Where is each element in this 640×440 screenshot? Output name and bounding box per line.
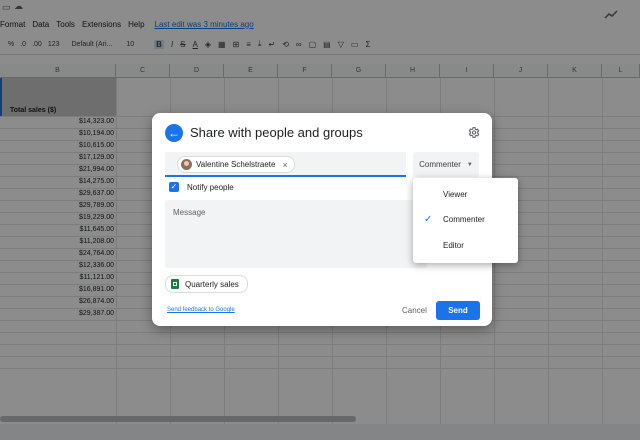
attachment-chip[interactable]: Quarterly sales	[165, 275, 248, 293]
chevron-down-icon: ▼	[466, 161, 473, 168]
notify-checkbox[interactable]: ✓	[169, 182, 179, 192]
attachment-label: Quarterly sales	[185, 279, 239, 289]
role-option-viewer[interactable]: Viewer	[443, 190, 467, 199]
sheets-icon	[171, 279, 179, 289]
gear-icon[interactable]	[467, 126, 480, 139]
cancel-button[interactable]: Cancel	[402, 306, 427, 315]
role-option-commenter[interactable]: Commenter	[443, 215, 485, 224]
remove-person-icon[interactable]: ×	[282, 160, 287, 170]
role-menu: ✓ Viewer Commenter Editor	[413, 178, 518, 263]
person-chip[interactable]: Valentine Schelstraete ×	[177, 156, 295, 173]
role-option-editor[interactable]: Editor	[443, 241, 464, 250]
dialog-title: Share with people and groups	[190, 125, 363, 140]
send-button[interactable]: Send	[436, 301, 480, 320]
back-arrow-icon[interactable]: ←	[165, 124, 183, 142]
people-input[interactable]: Valentine Schelstraete ×	[165, 152, 406, 177]
send-feedback-link[interactable]: Send feedback to Google	[167, 307, 235, 313]
avatar	[181, 159, 192, 170]
message-placeholder: Message	[173, 208, 206, 217]
notify-label: Notify people	[187, 182, 234, 192]
person-chip-name: Valentine Schelstraete	[196, 160, 276, 169]
role-dropdown-label: Commenter	[419, 160, 461, 169]
check-icon: ✓	[424, 214, 433, 225]
notify-people-row: ✓ Notify people	[169, 182, 234, 192]
role-dropdown[interactable]: Commenter ▼	[413, 152, 479, 177]
message-field[interactable]: Message	[165, 200, 427, 268]
